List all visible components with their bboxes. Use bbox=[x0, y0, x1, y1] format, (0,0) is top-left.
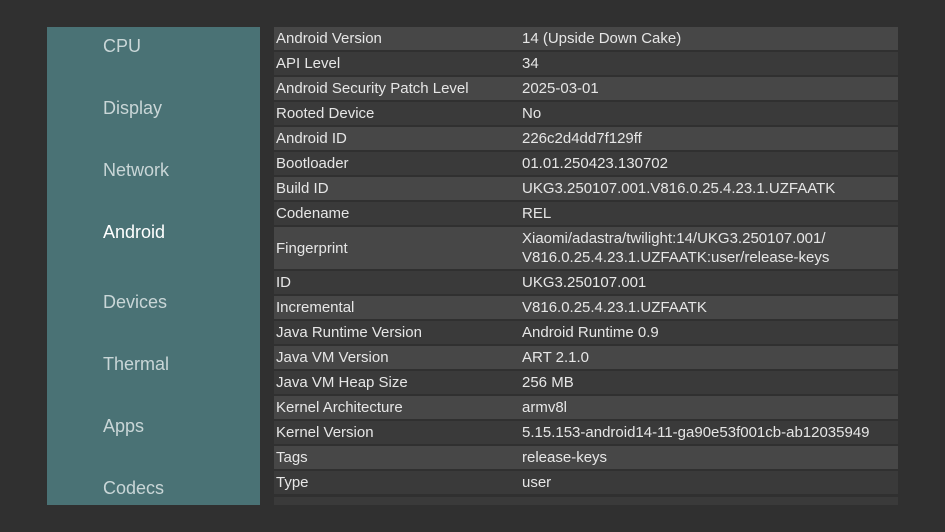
sidebar-item-devices[interactable]: Devices bbox=[103, 292, 167, 313]
row-key: Fingerprint bbox=[276, 239, 348, 257]
table-row: Rooted Device No bbox=[274, 102, 898, 125]
table-row: Codename REL bbox=[274, 202, 898, 225]
sidebar-item-android[interactable]: Android bbox=[103, 222, 165, 243]
row-key: Codename bbox=[276, 205, 350, 222]
row-key: Kernel Architecture bbox=[276, 399, 403, 416]
row-value: V816.0.25.4.23.1.UZFAATK bbox=[522, 299, 707, 316]
row-value: 2025-03-01 bbox=[522, 80, 599, 97]
android-details-table: Android Version 14 (Upside Down Cake) AP… bbox=[274, 27, 898, 497]
row-key: API Level bbox=[276, 55, 341, 72]
sidebar-item-cpu[interactable]: CPU bbox=[103, 36, 141, 57]
cut-off-row bbox=[274, 497, 898, 505]
row-key: Bootloader bbox=[276, 155, 349, 172]
row-value: Xiaomi/adastra/twilight:14/UKG3.250107.0… bbox=[522, 230, 830, 266]
row-value: 226c2d4dd7f129ff bbox=[522, 130, 642, 147]
table-row: Incremental V816.0.25.4.23.1.UZFAATK bbox=[274, 296, 898, 319]
table-row: Java VM Heap Size 256 MB bbox=[274, 371, 898, 394]
row-value: Android Runtime 0.9 bbox=[522, 324, 659, 341]
row-key: Tags bbox=[276, 449, 308, 466]
table-row: Java Runtime Version Android Runtime 0.9 bbox=[274, 321, 898, 344]
sidebar-item-codecs[interactable]: Codecs bbox=[103, 478, 164, 499]
table-row: Tags release-keys bbox=[274, 446, 898, 469]
row-value: 256 MB bbox=[522, 374, 574, 391]
row-value: 5.15.153-android14-11-ga90e53f001cb-ab12… bbox=[522, 424, 870, 441]
row-key: Java Runtime Version bbox=[276, 324, 422, 341]
row-value: No bbox=[522, 105, 542, 122]
sidebar-item-network[interactable]: Network bbox=[103, 160, 169, 181]
row-key: Build ID bbox=[276, 180, 329, 197]
sidebar-item-apps[interactable]: Apps bbox=[103, 416, 144, 437]
table-row: ID UKG3.250107.001 bbox=[274, 271, 898, 294]
row-value: 14 (Upside Down Cake) bbox=[522, 30, 682, 47]
table-row: Android Version 14 (Upside Down Cake) bbox=[274, 27, 898, 50]
sidebar-item-display[interactable]: Display bbox=[103, 98, 162, 119]
row-key: Incremental bbox=[276, 299, 355, 316]
row-key: ID bbox=[276, 274, 291, 291]
row-key: Android ID bbox=[276, 130, 347, 147]
table-row: Build ID UKG3.250107.001.V816.0.25.4.23.… bbox=[274, 177, 898, 200]
row-key: Java VM Heap Size bbox=[276, 374, 408, 391]
row-value: REL bbox=[522, 205, 552, 222]
row-value: armv8l bbox=[522, 399, 568, 416]
row-key: Kernel Version bbox=[276, 424, 374, 441]
table-row: Android Security Patch Level 2025-03-01 bbox=[274, 77, 898, 100]
row-value: ART 2.1.0 bbox=[522, 349, 589, 366]
table-row: Type user bbox=[274, 471, 898, 494]
device-info-screen: CPU Display Network Android Devices Ther… bbox=[0, 0, 945, 532]
table-row: Kernel Version 5.15.153-android14-11-ga9… bbox=[274, 421, 898, 444]
table-row: API Level 34 bbox=[274, 52, 898, 75]
sidebar-item-thermal[interactable]: Thermal bbox=[103, 354, 169, 375]
category-sidebar: CPU Display Network Android Devices Ther… bbox=[47, 27, 260, 505]
table-row: Android ID 226c2d4dd7f129ff bbox=[274, 127, 898, 150]
row-value: user bbox=[522, 474, 552, 491]
row-value: UKG3.250107.001.V816.0.25.4.23.1.UZFAATK bbox=[522, 180, 836, 197]
row-value: UKG3.250107.001 bbox=[522, 274, 647, 291]
row-value: release-keys bbox=[522, 449, 608, 466]
row-key: Type bbox=[276, 474, 309, 491]
table-row: Java VM Version ART 2.1.0 bbox=[274, 346, 898, 369]
row-key: Android Security Patch Level bbox=[276, 80, 469, 97]
row-value: 34 bbox=[522, 55, 539, 72]
table-row: Kernel Architecture armv8l bbox=[274, 396, 898, 419]
row-value: 01.01.250423.130702 bbox=[522, 155, 668, 172]
row-key: Rooted Device bbox=[276, 105, 375, 122]
row-key: Android Version bbox=[276, 30, 382, 47]
row-key: Java VM Version bbox=[276, 349, 389, 366]
table-row: Fingerprint Xiaomi/adastra/twilight:14/U… bbox=[274, 227, 898, 269]
table-row: Bootloader 01.01.250423.130702 bbox=[274, 152, 898, 175]
